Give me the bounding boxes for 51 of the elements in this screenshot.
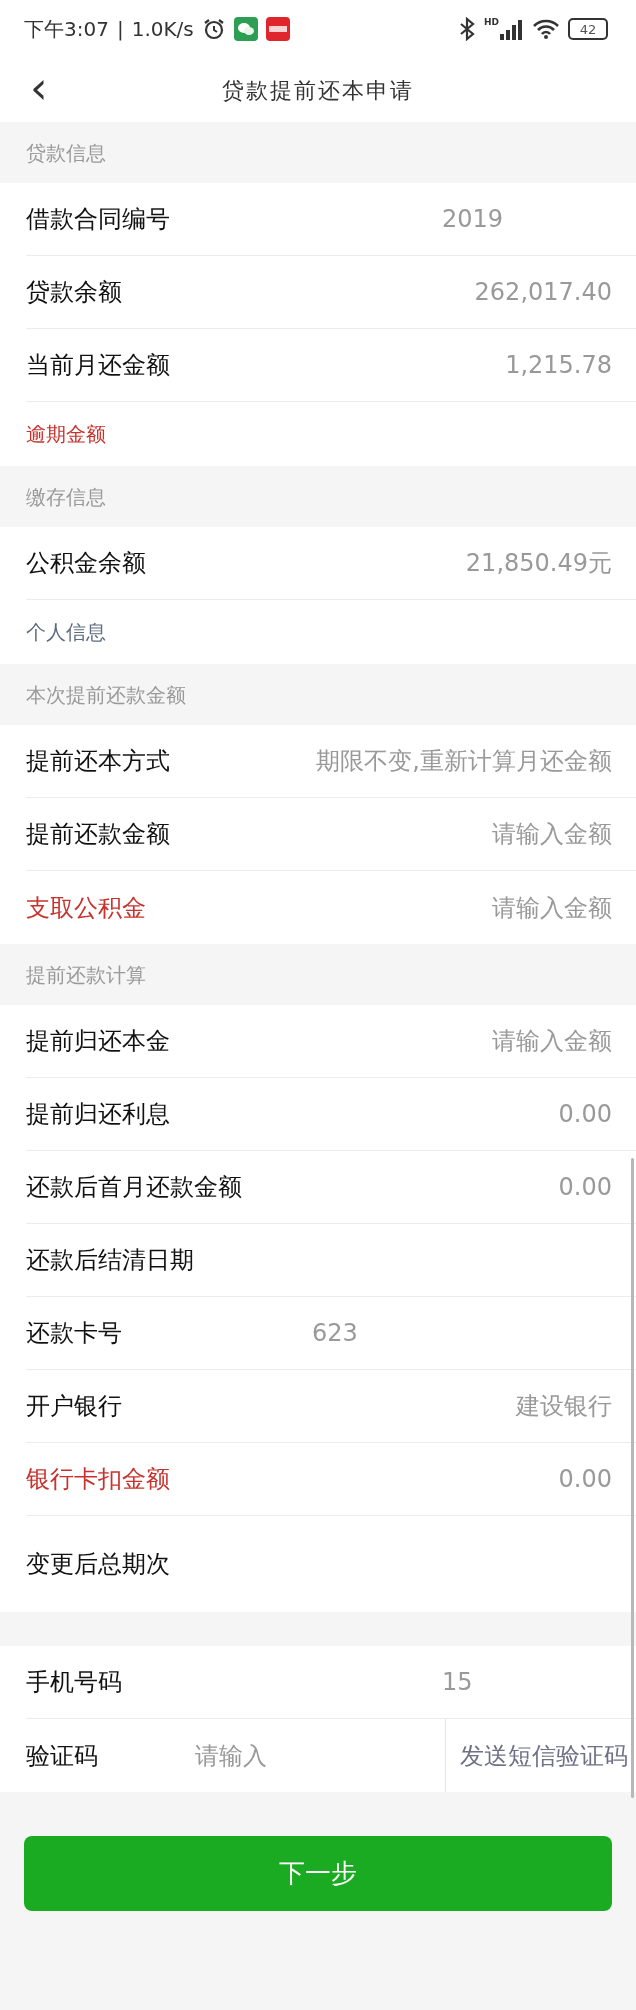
field-label: 提前还本方式: [26, 746, 170, 777]
amount-input[interactable]: 请输入金额: [412, 1023, 612, 1059]
field-value: 0.00: [558, 1099, 612, 1130]
field-value: 262,017.40: [474, 277, 612, 308]
chat-app-icon: [233, 17, 258, 41]
field-label: 手机号码: [26, 1667, 122, 1698]
field-label: 还款后结清日期: [26, 1245, 194, 1276]
field-label: 逾期金额: [26, 421, 106, 448]
separator-text: |: [116, 16, 124, 43]
section-title: 缴存信息: [26, 483, 106, 511]
signal-icon: [500, 18, 524, 40]
field-value: 期限不变,重新计算月还金额: [316, 746, 612, 777]
field-label: 个人信息: [26, 619, 106, 646]
field-label: 借款合同编号: [26, 204, 170, 235]
field-value: 2019: [442, 204, 504, 235]
app-icon: [265, 17, 290, 41]
field-label: 开户银行: [26, 1391, 122, 1422]
field-value: 0.00: [558, 1464, 612, 1495]
field-label: 当前月还金额: [26, 350, 170, 381]
back-button[interactable]: ‹: [24, 64, 54, 112]
status-time: 下午3:07: [24, 16, 109, 43]
field-label: 还款后首月还款金额: [26, 1172, 242, 1203]
bluetooth-icon: [458, 17, 476, 41]
battery-level: 42: [579, 22, 597, 36]
section-title: 贷款信息: [26, 139, 106, 167]
field-value: 15: [442, 1667, 473, 1698]
network-type-label: HD: [484, 18, 499, 27]
field-label: 提前还款金额: [26, 819, 170, 850]
amount-input[interactable]: 请输入金额: [412, 816, 612, 852]
page-title: 贷款提前还本申请: [222, 76, 414, 105]
field-label: 公积金余额: [26, 548, 146, 579]
section-title: 提前还款计算: [26, 961, 146, 989]
field-label: 支取公积金: [26, 892, 146, 924]
field-value: 1,215.78: [505, 350, 612, 381]
field-label: 银行卡扣金额: [26, 1464, 170, 1495]
field-label: 还款卡号: [26, 1318, 122, 1349]
network-speed: 1.0K/s: [131, 16, 194, 43]
section-title: 本次提前还款金额: [26, 681, 186, 709]
field-label: 变更后总期次: [26, 1549, 170, 1580]
field-value: 建设银行: [516, 1391, 612, 1422]
next-button[interactable]: 下一步: [24, 1836, 612, 1911]
field-label: 提前归还利息: [26, 1099, 170, 1130]
wifi-icon: [532, 18, 560, 40]
field-label: 验证码: [26, 1740, 98, 1772]
field-label: 贷款余额: [26, 277, 122, 308]
field-value: 21,850.49元: [465, 548, 612, 579]
field-value: 0.00: [558, 1172, 612, 1203]
amount-input[interactable]: 请输入金额: [412, 889, 612, 926]
code-input[interactable]: 请输入: [195, 1737, 375, 1774]
field-value: 623: [312, 1318, 358, 1349]
field-label: 提前归还本金: [26, 1026, 170, 1057]
